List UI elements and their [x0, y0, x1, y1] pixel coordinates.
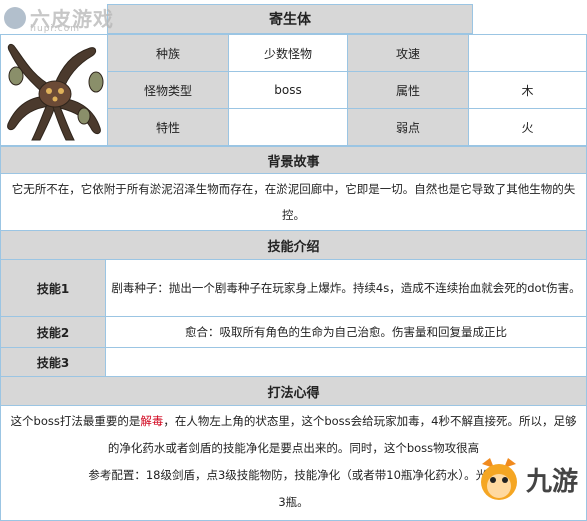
speed-label: 攻速 [347, 34, 469, 72]
type-value: boss [228, 71, 348, 109]
jiuyou-watermark: 九游 [476, 456, 578, 502]
jiuyou-text: 九游 [526, 466, 579, 497]
jiuyou-logo-icon [481, 458, 517, 500]
liupi-logo-icon [4, 6, 26, 29]
monster-portrait [0, 34, 108, 146]
tips-line-3: 参考配置：18级剑盾，点3级技能物防，技能净化（或者带10瓶净化药水）。光环 [88, 468, 499, 482]
attribute-label: 属性 [347, 71, 469, 109]
background-text: 它无所不在，它依附于所有淤泥沼泽生物而存在，在淤泥回廊中，它即是一切。自然也是它… [0, 173, 587, 231]
parasite-creature-icon [7, 43, 104, 141]
skill-3-text [105, 347, 587, 377]
tips-header: 打法心得 [0, 376, 587, 406]
weakness-label: 弱点 [347, 108, 469, 146]
detox-highlight: 解毒 [140, 414, 164, 428]
background-header: 背景故事 [0, 146, 587, 174]
speed-value [468, 34, 587, 72]
type-label: 怪物类型 [107, 71, 229, 109]
trait-label: 特性 [107, 108, 229, 146]
skill-1-text: 剧毒种子：抛出一个剧毒种子在玩家身上爆炸。持续4s，造成不连续抬血就会死的dot… [105, 259, 587, 317]
tips-line-1: 这个boss打法最重要的是解毒，在人物左上角的状态里，这个boss会给玩家加毒，… [10, 414, 577, 428]
trait-value [228, 108, 348, 146]
skill-2-label: 技能2 [0, 316, 106, 348]
skill-2-text: 愈合：吸取所有角色的生命为自己治愈。伤害量和回复量成正比 [105, 316, 587, 348]
attribute-value: 木 [468, 71, 587, 109]
monster-name: 寄生体 [107, 4, 473, 34]
race-value: 少数怪物 [228, 34, 348, 72]
liupi-site: liupi.com [30, 24, 81, 34]
race-label: 种族 [107, 34, 229, 72]
skills-header: 技能介绍 [0, 230, 587, 260]
skill-3-label: 技能3 [0, 347, 106, 377]
skill-1-label: 技能1 [0, 259, 106, 317]
monster-info-page: 六皮游戏 liupi.com 寄生体 种族 少数怪物 攻速 怪物类型 boss … [0, 0, 587, 521]
tips-line-4: 3瓶。 [278, 495, 309, 509]
weakness-value: 火 [468, 108, 587, 146]
tips-line-2: 的净化药水或者剑盾的技能净化是要点出来的。同时，这个boss物攻很高 [107, 441, 480, 455]
